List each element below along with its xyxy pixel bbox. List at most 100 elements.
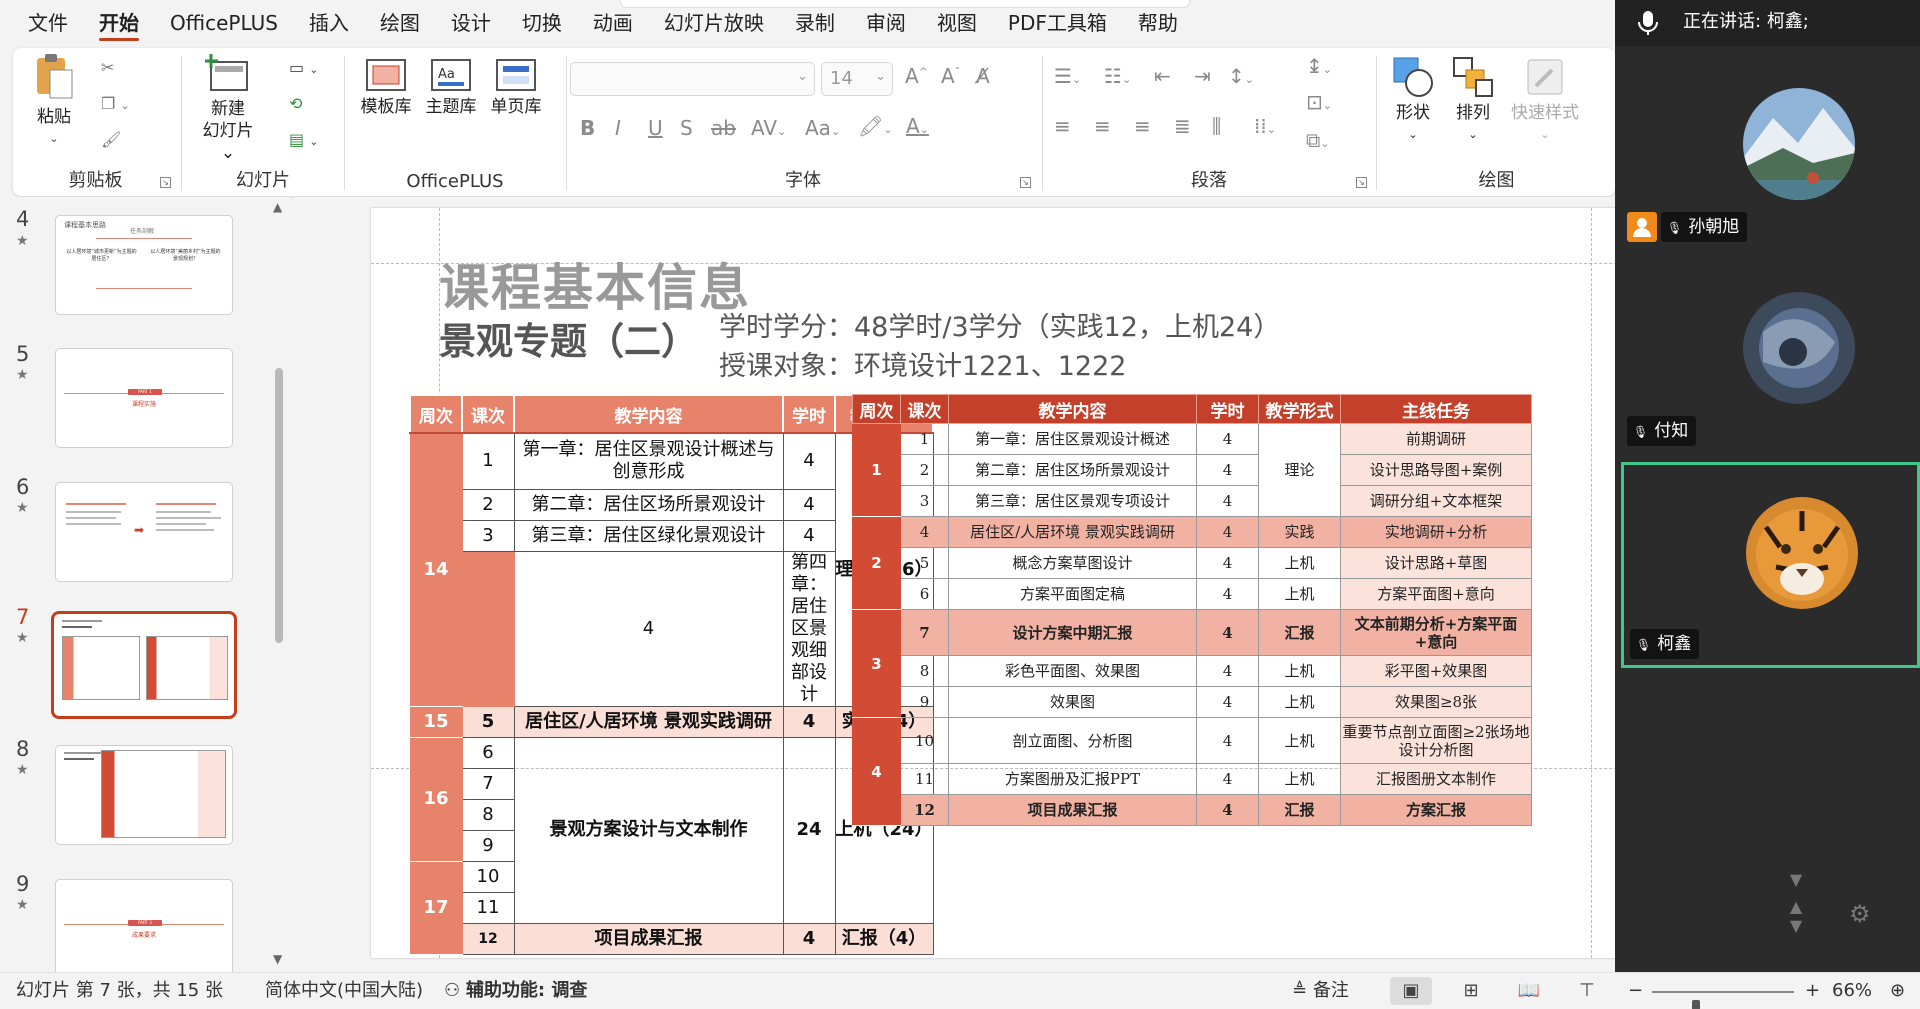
numbering-icon[interactable]: ☷⌄: [1104, 64, 1131, 88]
arrange-button[interactable]: 排列 ⌄: [1448, 56, 1498, 146]
bullets-icon[interactable]: ☰⌄: [1054, 64, 1081, 88]
hours-cell: 4: [1196, 547, 1259, 579]
distribute-icon[interactable]: ⫼: [1212, 114, 1221, 138]
strikethrough-icon[interactable]: ab: [711, 116, 736, 140]
smartart-icon[interactable]: ⧉⌄: [1306, 128, 1330, 152]
scroll-up-icon[interactable]: ▲: [1786, 897, 1806, 916]
zoom-slider[interactable]: [1652, 991, 1794, 1009]
zoom-level[interactable]: 66%: [1832, 973, 1872, 1009]
scroll-down-icon[interactable]: ▼: [273, 952, 282, 966]
slide-title[interactable]: 课程基本信息: [439, 248, 751, 320]
grow-font-icon[interactable]: A^: [905, 64, 928, 88]
shadow-icon[interactable]: S: [680, 116, 693, 140]
shapes-button[interactable]: 形状 ⌄: [1388, 56, 1438, 146]
change-case-icon[interactable]: Aa⌄: [805, 116, 840, 140]
fit-slide-icon[interactable]: ⊕: [1890, 973, 1905, 1009]
reset-icon[interactable]: ⟲: [289, 94, 302, 113]
columns-icon[interactable]: ⁞⁞⌄: [1254, 114, 1276, 138]
menu-insert[interactable]: 插入: [309, 0, 349, 46]
participant-tile[interactable]: 🎙 孙朝旭: [1621, 52, 1920, 248]
slide-hours-credits[interactable]: 学时学分：48学时/3学分（实践12，上机24）: [719, 305, 1280, 344]
shrink-font-icon[interactable]: Aˇ: [941, 64, 960, 88]
thumbnail-slide-8[interactable]: [55, 745, 233, 845]
theme-icon: Aa: [431, 59, 471, 91]
cut-icon[interactable]: ✂: [101, 58, 114, 77]
line-spacing-icon[interactable]: ↕⌄: [1228, 64, 1254, 88]
schedule-table-right[interactable]: 周次 课次 教学内容 学时 教学形式 主线任务 1 1 第一章：居住区景观设计概…: [852, 394, 1532, 826]
menu-file[interactable]: 文件: [28, 0, 68, 46]
content-cell: 第三章：居住区绿化景观设计: [513, 519, 784, 552]
menu-draw[interactable]: 绘图: [380, 0, 420, 46]
week-cell: 2: [852, 516, 901, 610]
menu-home[interactable]: 开始: [99, 0, 139, 46]
chevron-down-icon[interactable]: ▼: [1786, 870, 1806, 889]
underline-icon[interactable]: U: [648, 116, 663, 140]
slide-sorter-button[interactable]: ⊞: [1450, 977, 1492, 1005]
menu-design[interactable]: 设计: [451, 0, 491, 46]
slide-audience[interactable]: 授课对象：环境设计1221、1222: [719, 344, 1126, 383]
quick-styles-button[interactable]: 快速样式 ⌄: [1504, 56, 1586, 146]
thumbnail-slide-9[interactable]: PART 3 成果要求: [55, 879, 233, 979]
paste-button[interactable]: 粘贴 ⌄: [31, 52, 77, 150]
paste-icon: [37, 54, 73, 99]
section-icon[interactable]: ▤ ⌄: [289, 130, 318, 149]
layout-icon[interactable]: ▭ ⌄: [289, 58, 318, 77]
font-launcher-icon[interactable]: ↘: [1020, 177, 1031, 188]
clear-format-icon[interactable]: A̸: [976, 64, 990, 88]
scrollbar-thumb[interactable]: [275, 368, 283, 643]
avatar: [1743, 292, 1855, 404]
char-spacing-icon[interactable]: AV⌄: [751, 116, 786, 140]
justify-icon[interactable]: ≣: [1174, 114, 1191, 138]
paragraph-launcher-icon[interactable]: ↘: [1356, 177, 1367, 188]
current-slide[interactable]: 课程基本信息 景观专题（二） 学时学分：48学时/3学分（实践12，上机24） …: [371, 208, 1702, 958]
format-painter-icon[interactable]: 🖌: [101, 130, 121, 149]
thumbnail-slide-4[interactable]: 课程基本思路 任务剖解 以人居环境“城市更新”为主题的居住区？ 以人居环境“美丽…: [55, 215, 233, 315]
accessibility-button[interactable]: ⚇ 辅助功能: 调查: [444, 973, 587, 1009]
italic-icon[interactable]: I: [615, 116, 621, 140]
copy-icon[interactable]: ❐ ⌄: [101, 94, 130, 113]
font-family-combo[interactable]: ⌄: [570, 62, 815, 96]
mic-icon: 🎙: [1633, 425, 1649, 439]
font-size-combo[interactable]: 14 ⌄: [821, 62, 893, 96]
normal-view-button[interactable]: ▣: [1390, 977, 1432, 1005]
notes-button[interactable]: ≜ 备注: [1292, 973, 1349, 1009]
video-scroll-controls[interactable]: ▼ ▲ ▼: [1786, 870, 1806, 935]
participant-tile-active[interactable]: 🎙 柯鑫: [1621, 462, 1920, 668]
bold-icon[interactable]: B: [580, 116, 595, 140]
font-color-icon[interactable]: A⌄: [906, 114, 929, 138]
scroll-down-icon[interactable]: ▼: [1786, 916, 1806, 935]
lesson-cell: 12: [461, 922, 515, 955]
theme-library-button[interactable]: Aa 主题库: [421, 58, 481, 118]
align-center-icon[interactable]: ≡: [1094, 114, 1111, 138]
language-indicator[interactable]: 简体中文(中国大陆): [265, 973, 423, 1009]
increase-indent-icon[interactable]: ⇥: [1194, 64, 1211, 88]
menu-transitions[interactable]: 切换: [522, 0, 562, 46]
svg-text:Aa: Aa: [438, 67, 455, 82]
zoom-in-button[interactable]: +: [1805, 973, 1820, 1009]
hours-cell: 4: [1196, 485, 1259, 517]
thumbnails-scrollbar[interactable]: ▲ ▼: [272, 200, 286, 970]
reading-view-button[interactable]: 📖: [1508, 977, 1550, 1005]
gear-icon[interactable]: ⚙: [1849, 900, 1871, 928]
scroll-up-icon[interactable]: ▲: [273, 200, 282, 214]
page-library-button[interactable]: 单页库: [486, 58, 546, 118]
align-right-icon[interactable]: ≡: [1134, 114, 1151, 138]
slideshow-button[interactable]: ⊤: [1566, 977, 1608, 1005]
template-library-button[interactable]: 模板库: [356, 58, 416, 118]
clipboard-launcher-icon[interactable]: ↘: [160, 177, 171, 188]
text-direction-icon[interactable]: ↨⌄: [1306, 54, 1332, 78]
align-text-icon[interactable]: ⊡⌄: [1306, 90, 1332, 114]
zoom-slider-thumb[interactable]: [1692, 1000, 1701, 1009]
new-slide-button[interactable]: 新建 幻灯片 ⌄: [193, 52, 263, 164]
highlight-icon[interactable]: 🖍⌄: [858, 114, 893, 138]
decrease-indent-icon[interactable]: ⇤: [1154, 64, 1171, 88]
menu-officeplus[interactable]: OfficePLUS: [170, 0, 278, 46]
normal-view-icon: ▣: [1402, 980, 1420, 1001]
thumbnail-slide-5[interactable]: PART 1 课程实施: [55, 348, 233, 448]
zoom-out-button[interactable]: −: [1628, 973, 1643, 1009]
slide-subtitle[interactable]: 景观专题（二）: [439, 311, 698, 365]
align-left-icon[interactable]: ≡: [1054, 114, 1071, 138]
thumbnail-slide-6[interactable]: ➡: [55, 482, 233, 582]
participant-tile[interactable]: 🎙 付知: [1621, 256, 1920, 452]
thumbnail-slide-7[interactable]: [51, 611, 237, 719]
